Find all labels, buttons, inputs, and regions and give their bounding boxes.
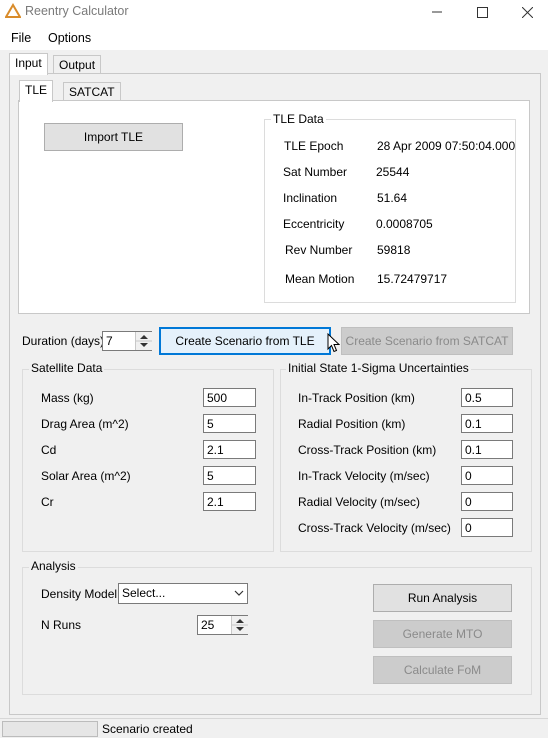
radial-velocity-input[interactable]: 0 [461,492,513,511]
density-model-value: Select... [122,586,166,600]
window-title: Reentry Calculator [25,4,129,18]
tle-data-legend: TLE Data [271,112,326,126]
cr-input[interactable]: 2.1 [203,492,256,511]
n-runs-value: 25 [201,618,215,632]
calculate-fom-button[interactable]: Calculate FoM [373,656,512,684]
cd-label: Cd [41,443,57,457]
radial-position-input[interactable]: 0.1 [461,414,513,433]
cross-track-velocity-input[interactable]: 0 [461,518,513,537]
cd-input[interactable]: 2.1 [203,440,256,459]
analysis-legend: Analysis [29,559,78,573]
progress-bar [2,721,98,737]
n-runs-spin-buttons[interactable] [231,616,248,634]
satellite-data-legend: Satellite Data [29,361,105,375]
n-runs-label: N Runs [41,618,82,632]
chevron-down-icon [234,590,244,596]
close-icon[interactable] [504,0,548,24]
drag-area-label: Drag Area (m^2) [41,417,129,431]
tab-satcat[interactable]: SATCAT [63,82,121,102]
tab-input[interactable]: Input [9,53,48,75]
solar-area-input[interactable]: 5 [203,466,256,485]
drag-area-input[interactable]: 5 [203,414,256,433]
mouse-cursor-icon [327,333,340,353]
menu-options[interactable]: Options [48,31,91,45]
in-track-velocity-label: In-Track Velocity (m/sec) [298,469,430,483]
duration-value: 7 [106,334,113,348]
radial-position-label: Radial Position (km) [298,417,406,431]
tab-output[interactable]: Output [53,55,102,75]
duration-spin-buttons[interactable] [135,332,152,350]
mass-input[interactable]: 500 [203,388,256,407]
sat-number-label: Sat Number [283,165,348,179]
mass-label: Mass (kg) [41,391,94,405]
rev-number-value: 59818 [377,243,411,257]
run-analysis-button[interactable]: Run Analysis [373,584,512,612]
spin-arrows-icon [232,619,248,631]
mean-motion-value: 15.72479717 [377,272,448,286]
density-model-label: Density Model [41,587,118,601]
tle-epoch-value: 28 Apr 2009 07:50:04.000 [377,139,516,153]
rev-number-label: Rev Number [285,243,353,257]
density-model-select[interactable]: Select... [118,583,248,604]
duration-label: Duration (days) [22,334,105,348]
inclination-value: 51.64 [377,191,408,205]
generate-mto-button[interactable]: Generate MTO [373,620,512,648]
maximize-icon[interactable] [459,0,505,24]
create-scenario-satcat-button[interactable]: Create Scenario from SATCAT [341,327,513,355]
mean-motion-label: Mean Motion [285,272,355,286]
app-logo-icon [5,3,21,18]
tle-epoch-label: TLE Epoch [284,139,344,153]
status-text: Scenario created [102,722,193,736]
spin-arrows-icon [136,335,152,347]
sat-number-value: 25544 [376,165,410,179]
radial-velocity-label: Radial Velocity (m/sec) [298,495,421,509]
cross-track-position-input[interactable]: 0.1 [461,440,513,459]
solar-area-label: Solar Area (m^2) [41,469,131,483]
uncertainties-legend: Initial State 1-Sigma Uncertainties [286,361,471,375]
menu-file[interactable]: File [11,31,31,45]
create-scenario-tle-button[interactable]: Create Scenario from TLE [159,327,331,355]
minimize-icon[interactable] [414,0,460,24]
in-track-velocity-input[interactable]: 0 [461,466,513,485]
import-tle-button[interactable]: Import TLE [44,123,183,151]
eccentricity-value: 0.0008705 [376,217,433,231]
cross-track-position-label: Cross-Track Position (km) [298,443,437,457]
inclination-label: Inclination [283,191,338,205]
cross-track-velocity-label: Cross-Track Velocity (m/sec) [298,521,451,535]
in-track-position-input[interactable]: 0.5 [461,388,513,407]
in-track-position-label: In-Track Position (km) [298,391,415,405]
tab-tle[interactable]: TLE [19,80,54,102]
cr-label: Cr [41,495,54,509]
eccentricity-label: Eccentricity [283,217,345,231]
